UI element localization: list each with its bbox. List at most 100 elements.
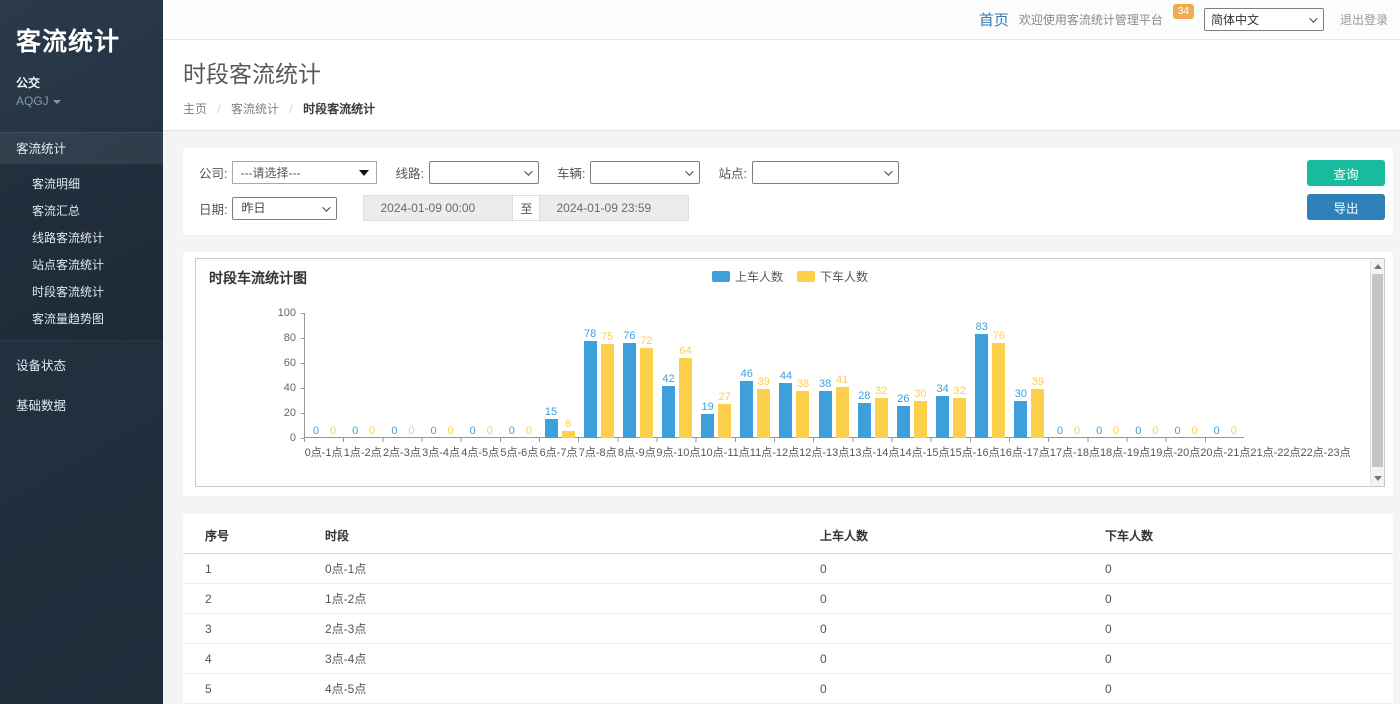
bar-column[interactable]: 76	[623, 330, 636, 438]
bar	[679, 358, 692, 438]
table-cell: 3	[183, 614, 325, 644]
y-tick-label: 40	[284, 382, 296, 394]
bar-value-label: 34	[936, 383, 948, 395]
language-select[interactable]: 简体中文	[1204, 8, 1324, 31]
company-select[interactable]: ---请选择---	[232, 161, 377, 184]
bar	[640, 348, 653, 438]
bar-column[interactable]: 0	[1227, 425, 1240, 438]
bar-column[interactable]: 0	[366, 425, 379, 438]
sidebar-item-4[interactable]: 时段客流统计	[0, 278, 163, 305]
bar-column[interactable]: 0	[310, 425, 323, 438]
bar-column[interactable]: 38	[819, 378, 832, 439]
plot-area: 0000000000001567875767242641927463944383…	[304, 313, 1244, 438]
date-preset-select[interactable]: 昨日	[232, 197, 337, 220]
bar-column[interactable]: 0	[505, 425, 518, 438]
station-select[interactable]	[752, 161, 899, 184]
scroll-up-icon[interactable]	[1374, 264, 1382, 269]
bar-column[interactable]: 0	[1132, 425, 1145, 438]
user-dropdown[interactable]: AQGJ	[0, 91, 163, 108]
sidebar-other-groups: 设备状态基础数据	[0, 351, 163, 421]
home-link[interactable]: 首页	[979, 9, 1009, 30]
vehicle-select[interactable]	[590, 161, 700, 184]
bar-column[interactable]: 46	[740, 368, 753, 439]
table-header-row: 序号 时段 上车人数 下车人数	[183, 518, 1393, 554]
notification-badge[interactable]: 34	[1173, 4, 1194, 19]
x-tick-label: 17点-18点	[1050, 444, 1100, 460]
bar-column[interactable]: 32	[953, 385, 966, 438]
bar-column[interactable]: 0	[388, 425, 401, 438]
x-axis-ticks	[304, 438, 1244, 442]
bar-column[interactable]: 0	[1054, 425, 1067, 438]
bar-column[interactable]: 0	[522, 425, 535, 438]
x-tick-label: 6点-7点	[539, 444, 578, 460]
bar-column[interactable]: 32	[875, 385, 888, 438]
table-cell: 2	[183, 584, 325, 614]
bar-column[interactable]: 76	[992, 330, 1005, 438]
bar-column[interactable]: 0	[1110, 425, 1123, 438]
bar-value-label: 0	[470, 425, 476, 437]
legend-item-alight[interactable]: 下车人数	[797, 268, 868, 285]
bar-column[interactable]: 15	[545, 406, 558, 438]
x-tick-label: 3点-4点	[421, 444, 460, 460]
bar-value-label: 83	[976, 321, 988, 333]
sidebar-group-passenger-stats[interactable]: 客流统计	[0, 132, 163, 165]
bar-column[interactable]: 38	[796, 378, 809, 439]
sidebar-group-0[interactable]: 设备状态	[0, 351, 163, 381]
vertical-scrollbar[interactable]	[1370, 259, 1384, 486]
bar-column[interactable]: 42	[662, 373, 675, 439]
bar-column[interactable]: 0	[466, 425, 479, 438]
bar-column[interactable]: 75	[601, 331, 614, 438]
bar-column[interactable]: 19	[701, 401, 714, 438]
x-tick-label: 2点-3点	[382, 444, 421, 460]
bar-column[interactable]: 28	[858, 390, 871, 438]
bar-column[interactable]: 83	[975, 321, 988, 438]
line-select[interactable]	[429, 161, 539, 184]
legend-item-board[interactable]: 上车人数	[712, 268, 783, 285]
bar-column[interactable]: 26	[897, 393, 910, 439]
bar-column[interactable]: 39	[757, 376, 770, 438]
bar-column[interactable]: 0	[1093, 425, 1106, 438]
bar-column[interactable]: 0	[444, 425, 457, 438]
bar-column[interactable]: 44	[779, 370, 792, 438]
bar-column[interactable]: 41	[836, 374, 849, 438]
export-button[interactable]: 导出	[1307, 194, 1385, 220]
bar-column[interactable]: 0	[1188, 425, 1201, 438]
sidebar-item-2[interactable]: 线路客流统计	[0, 224, 163, 251]
bar-column[interactable]: 30	[1014, 388, 1027, 439]
bar-value-label: 78	[584, 328, 596, 340]
scroll-down-icon[interactable]	[1374, 476, 1382, 481]
x-tick-label: 8点-9点	[617, 444, 656, 460]
sidebar-item-1[interactable]: 客流汇总	[0, 197, 163, 224]
bar-column[interactable]: 0	[1149, 425, 1162, 438]
sidebar-group-1[interactable]: 基础数据	[0, 391, 163, 421]
sidebar-item-5[interactable]: 客流量趋势图	[0, 305, 163, 332]
date-to-input[interactable]: 2024-01-09 23:59	[540, 196, 688, 220]
sidebar-item-3[interactable]: 站点客流统计	[0, 251, 163, 278]
bar-value-label: 0	[1096, 425, 1102, 437]
bar-column[interactable]: 0	[1171, 425, 1184, 438]
bar-column[interactable]: 64	[679, 345, 692, 438]
bar-column[interactable]: 0	[327, 425, 340, 438]
bar	[875, 398, 888, 438]
bar-column[interactable]: 34	[936, 383, 949, 439]
sidebar-item-0[interactable]: 客流明细	[0, 170, 163, 197]
date-from-input[interactable]: 2024-01-09 00:00	[364, 196, 512, 220]
query-button[interactable]: 查询	[1307, 160, 1385, 186]
bar-column[interactable]: 39	[1031, 376, 1044, 438]
breadcrumb-home[interactable]: 主页	[183, 102, 207, 116]
scrollbar-thumb[interactable]	[1372, 274, 1383, 467]
logout-link[interactable]: 退出登录	[1340, 11, 1388, 28]
bar-column[interactable]: 72	[640, 335, 653, 438]
bar-column[interactable]: 6	[562, 418, 575, 439]
bar-column[interactable]: 0	[1071, 425, 1084, 438]
bar-column[interactable]: 0	[427, 425, 440, 438]
bar-column[interactable]: 30	[914, 388, 927, 439]
bar-column[interactable]: 0	[1210, 425, 1223, 438]
bar-column[interactable]: 27	[718, 391, 731, 438]
data-table-panel: 序号 时段 上车人数 下车人数 10点-1点0021点-2点0032点-3点00…	[183, 514, 1393, 704]
bar-column[interactable]: 0	[349, 425, 362, 438]
breadcrumb-section[interactable]: 客流统计	[231, 102, 279, 116]
bar-column[interactable]: 78	[584, 328, 597, 439]
bar-column[interactable]: 0	[483, 425, 496, 438]
bar-column[interactable]: 0	[405, 425, 418, 438]
